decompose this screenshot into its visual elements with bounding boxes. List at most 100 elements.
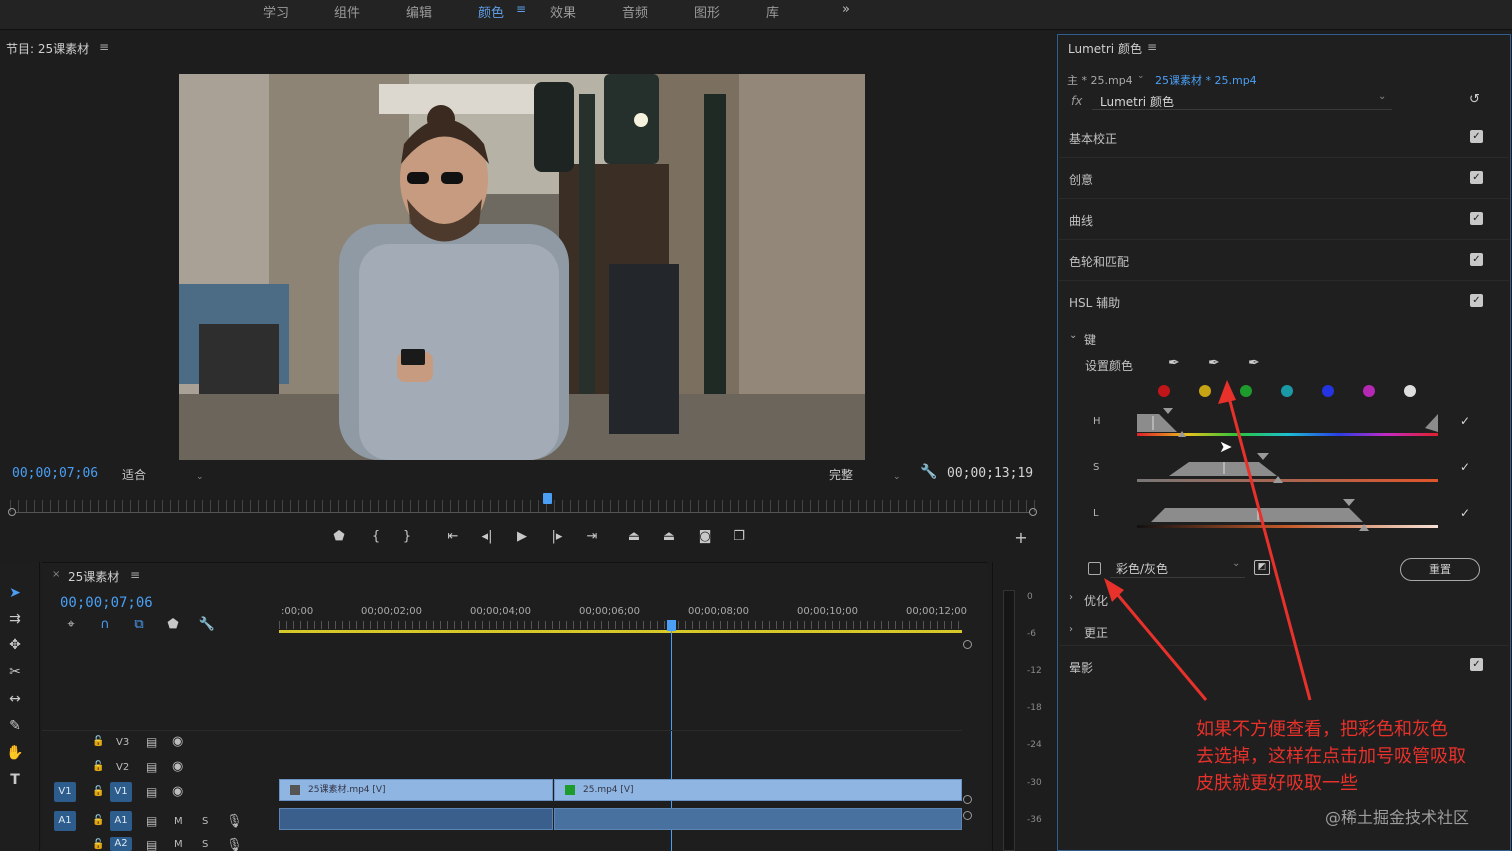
sync-lock-icon[interactable]: ▤ bbox=[146, 814, 157, 828]
section-enable-checkbox[interactable]: ✓ bbox=[1470, 130, 1483, 143]
workspace-tab-graphics[interactable]: 图形 bbox=[694, 2, 720, 21]
timeline-settings-wrench-icon[interactable]: 🔧 bbox=[198, 616, 216, 634]
type-tool-icon[interactable]: T bbox=[6, 771, 24, 789]
chevron-right-icon[interactable]: › bbox=[1069, 592, 1073, 603]
chevron-right-icon[interactable]: › bbox=[1069, 624, 1073, 635]
pen-tool-icon[interactable]: ✎ bbox=[6, 717, 24, 735]
section-color-wheels[interactable]: 色轮和匹配 ✓ bbox=[1059, 241, 1509, 281]
play-icon[interactable]: ▶ bbox=[513, 528, 531, 546]
program-video-frame[interactable] bbox=[179, 74, 865, 460]
lift-icon[interactable]: ⏏ bbox=[625, 528, 643, 546]
program-playhead[interactable] bbox=[543, 493, 552, 504]
fit-dropdown[interactable]: 适合 ⌄ bbox=[122, 466, 204, 483]
track-name[interactable]: A2 bbox=[110, 837, 132, 851]
lumetri-menu-icon[interactable]: ≡ bbox=[1147, 40, 1157, 54]
razor-tool-icon[interactable]: ✂ bbox=[6, 663, 24, 681]
lock-icon[interactable]: 🔓 bbox=[92, 736, 104, 747]
step-forward-icon[interactable]: |▸ bbox=[548, 528, 566, 546]
eye-icon[interactable]: ◉ bbox=[172, 734, 183, 749]
ripple-edit-tool-icon[interactable]: ✥ bbox=[6, 636, 24, 654]
solo-button[interactable]: S bbox=[202, 816, 208, 827]
sequence-clip-selector[interactable]: 25课素材 * 25.mp4 bbox=[1155, 72, 1257, 88]
work-area-bar[interactable] bbox=[279, 630, 962, 633]
close-sequence-icon[interactable]: × bbox=[52, 569, 60, 580]
mark-in-icon[interactable]: { bbox=[367, 528, 385, 546]
track-name[interactable]: V2 bbox=[116, 762, 129, 773]
chevron-down-icon[interactable]: ⌄ bbox=[1137, 71, 1145, 81]
add-marker-icon[interactable]: ⬟ bbox=[330, 528, 348, 546]
zoom-handle-right[interactable] bbox=[1029, 508, 1037, 516]
mark-out-icon[interactable]: } bbox=[398, 528, 416, 546]
effect-dropdown[interactable]: Lumetri 颜色 ⌄ bbox=[1092, 91, 1392, 110]
vignette-section-label[interactable]: 晕影 bbox=[1069, 659, 1093, 676]
section-enable-checkbox[interactable]: ✓ bbox=[1470, 212, 1483, 225]
wrench-icon[interactable]: 🔧 bbox=[920, 464, 937, 480]
lock-icon[interactable]: 🔓 bbox=[92, 815, 104, 826]
workspace-tab-audio[interactable]: 音频 bbox=[622, 2, 648, 21]
program-menu-icon[interactable]: ≡ bbox=[99, 40, 109, 54]
comparison-view-icon[interactable]: ❐ bbox=[730, 528, 748, 546]
eye-icon[interactable]: ◉ bbox=[172, 784, 183, 799]
sequence-tab[interactable]: 25课素材 bbox=[68, 568, 119, 585]
microphone-icon[interactable]: 🎙 bbox=[226, 838, 243, 851]
go-to-in-icon[interactable]: ⇤ bbox=[444, 528, 462, 546]
video-clip[interactable]: 25.mp4 [V] bbox=[554, 779, 962, 801]
workspace-tab-effects[interactable]: 效果 bbox=[550, 2, 576, 21]
mute-button[interactable]: M bbox=[174, 839, 183, 850]
video-clip[interactable]: 25课素材.mp4 [V] bbox=[279, 779, 553, 801]
button-editor-plus-icon[interactable]: + bbox=[1012, 529, 1030, 547]
section-basic-correction[interactable]: 基本校正 ✓ bbox=[1059, 118, 1509, 158]
nest-icon[interactable]: ⌖ bbox=[62, 616, 80, 634]
master-clip-selector[interactable]: 主 * 25.mp4 bbox=[1067, 72, 1133, 88]
timeline-ruler[interactable]: :00;00 00;00;02;00 00;00;04;00 00;00;06;… bbox=[279, 606, 967, 634]
track-name[interactable]: V1 bbox=[110, 782, 132, 802]
program-zoom-bar[interactable] bbox=[16, 512, 1029, 513]
workspace-tab-libraries[interactable]: 库 bbox=[766, 2, 779, 21]
lock-icon[interactable]: 🔓 bbox=[92, 761, 104, 772]
track-select-tool-icon[interactable]: ⇉ bbox=[6, 610, 24, 628]
timeline-current-timecode[interactable]: 00;00;07;06 bbox=[60, 595, 153, 611]
step-back-icon[interactable]: ◂| bbox=[478, 528, 496, 546]
timeline-scroll-handle[interactable] bbox=[963, 640, 972, 649]
swatch-white[interactable] bbox=[1404, 385, 1416, 397]
sync-lock-icon[interactable]: ▤ bbox=[146, 838, 157, 851]
slip-tool-icon[interactable]: ↔ bbox=[6, 690, 24, 708]
reset-effect-icon[interactable]: ↺ bbox=[1469, 92, 1480, 107]
workspace-menu-icon[interactable]: ≡ bbox=[516, 2, 526, 16]
lock-icon[interactable]: 🔓 bbox=[92, 786, 104, 797]
key-subsection-label[interactable]: 键 bbox=[1084, 331, 1096, 348]
snap-icon[interactable]: ∩ bbox=[96, 616, 114, 634]
extract-icon[interactable]: ⏏ bbox=[660, 528, 678, 546]
source-patch-a1[interactable]: A1 bbox=[54, 811, 76, 831]
track-name[interactable]: V3 bbox=[116, 737, 129, 748]
swatch-magenta[interactable] bbox=[1363, 385, 1375, 397]
export-frame-camera-icon[interactable]: ◙ bbox=[696, 528, 714, 546]
section-enable-checkbox[interactable]: ✓ bbox=[1470, 171, 1483, 184]
microphone-icon[interactable]: 🎙 bbox=[226, 814, 243, 829]
sync-lock-icon[interactable]: ▤ bbox=[146, 760, 157, 774]
eyedropper-icon[interactable]: ✒ bbox=[1168, 355, 1180, 371]
audio-clip[interactable] bbox=[554, 808, 962, 830]
timeline-scroll-handle[interactable] bbox=[963, 811, 972, 820]
linked-selection-icon[interactable]: ⧉ bbox=[130, 616, 148, 634]
selection-tool-icon[interactable]: ➤ bbox=[6, 584, 24, 602]
sync-lock-icon[interactable]: ▤ bbox=[146, 785, 157, 799]
hue-enable-checkmark[interactable]: ✓ bbox=[1460, 414, 1470, 428]
source-patch-v1[interactable]: V1 bbox=[54, 782, 76, 802]
add-marker-icon[interactable]: ⬟ bbox=[164, 616, 182, 634]
chevron-down-icon[interactable]: ⌄ bbox=[1069, 330, 1077, 341]
go-to-out-icon[interactable]: ⇥ bbox=[583, 528, 601, 546]
audio-clip[interactable] bbox=[279, 808, 553, 830]
workspace-tab-editing[interactable]: 编辑 bbox=[406, 2, 432, 21]
luminance-enable-checkmark[interactable]: ✓ bbox=[1460, 506, 1470, 520]
workspace-tab-learn[interactable]: 学习 bbox=[263, 2, 289, 21]
section-creative[interactable]: 创意 ✓ bbox=[1059, 159, 1509, 199]
reset-button[interactable]: 重置 bbox=[1400, 558, 1480, 581]
track-name[interactable]: A1 bbox=[110, 811, 132, 831]
section-hsl-secondary[interactable]: HSL 辅助 ✓ bbox=[1059, 282, 1509, 322]
zoom-handle-left[interactable] bbox=[8, 508, 16, 516]
quality-dropdown[interactable]: 完整 ⌄ bbox=[829, 466, 901, 483]
more-workspaces-icon[interactable]: » bbox=[842, 2, 850, 17]
section-enable-checkbox[interactable]: ✓ bbox=[1470, 294, 1483, 307]
solo-button[interactable]: S bbox=[202, 839, 208, 850]
